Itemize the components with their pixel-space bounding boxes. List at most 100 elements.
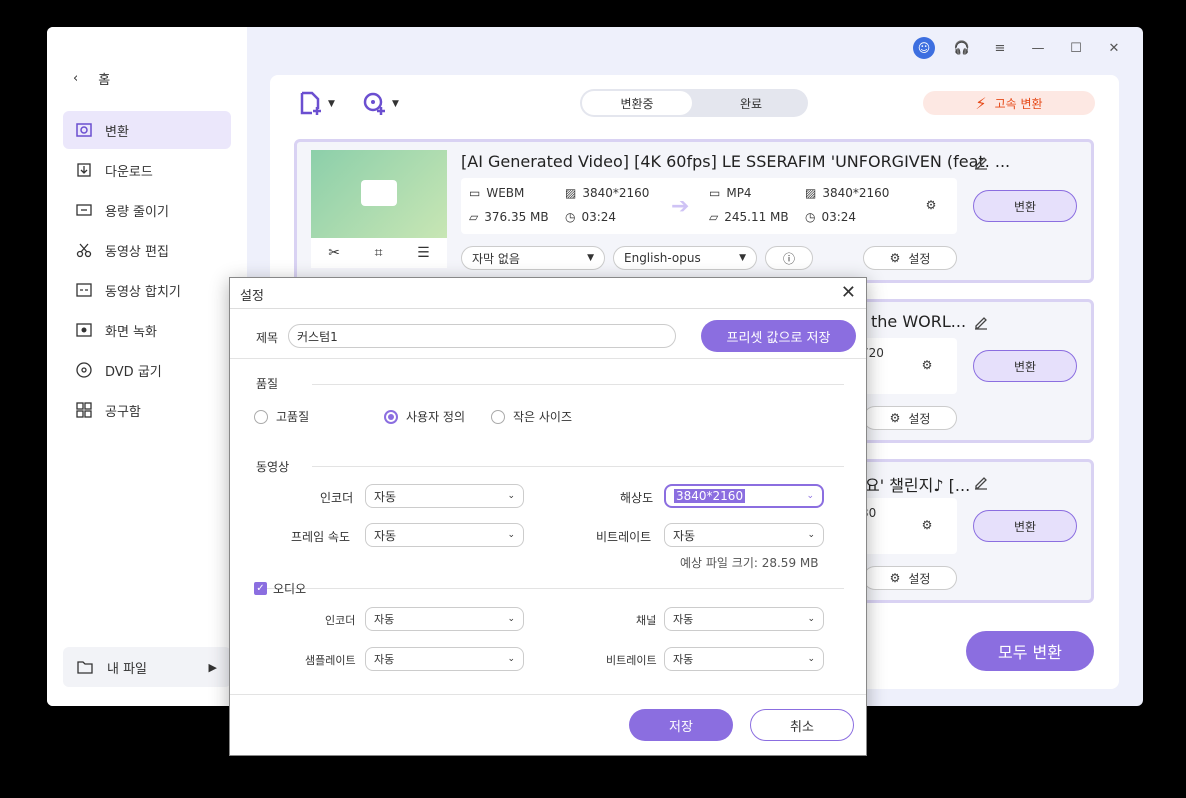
convert-button[interactable]: 변환: [973, 510, 1077, 542]
samplerate-select[interactable]: 자동 ⌄: [365, 647, 524, 671]
dvd-icon: [76, 362, 92, 378]
sidebar-item-compress[interactable]: 용량 줄이기: [63, 191, 231, 229]
radio-label: 고품질: [276, 410, 310, 424]
estimated-size: 예상 파일 크기: 28.59 MB: [680, 556, 819, 570]
audio-bitrate-select[interactable]: 자동 ⌄: [664, 647, 824, 671]
my-files-button[interactable]: 내 파일 ▶: [63, 647, 231, 687]
save-button[interactable]: 저장: [629, 709, 733, 741]
sidebar-item-record[interactable]: 화면 녹화: [63, 311, 231, 349]
download-icon: [77, 163, 91, 177]
folder-icon: [77, 661, 93, 674]
sidebar-item-convert[interactable]: 변환: [63, 111, 231, 149]
close-icon[interactable]: ✕: [841, 282, 856, 303]
chevron-down-icon: ⌄: [507, 491, 515, 501]
subtitle-dropdown[interactable]: 자막 없음 ▼: [461, 246, 605, 270]
back-label: 홈: [98, 73, 111, 88]
sidebar: ‹ 홈 변환 다운로드 용량 줄이기 동영상 편집 동영상 합치기 화면 녹화 D…: [47, 27, 247, 706]
divider: [256, 588, 844, 589]
sidebar-item-edit[interactable]: 동영상 편집: [63, 231, 231, 269]
convert-all-button[interactable]: 모두 변환: [966, 631, 1094, 671]
edit-title-icon[interactable]: [973, 475, 989, 491]
output-settings-icon[interactable]: ⚙: [913, 348, 941, 382]
edit-title-icon[interactable]: [973, 155, 989, 171]
save-preset-button[interactable]: 프리셋 값으로 저장: [701, 320, 856, 352]
add-disc-button[interactable]: ▼: [362, 91, 399, 117]
scissors-icon: [76, 243, 92, 258]
convert-button[interactable]: 변환: [973, 190, 1077, 222]
close-icon[interactable]: ✕: [1103, 37, 1125, 59]
video-thumbnail[interactable]: [311, 150, 447, 238]
fast-convert-label: 고속 변환: [994, 96, 1043, 111]
conversion-info: ▭ WEBM ▨ 3840*2160 ▱ 376.35 MB ◷ 03:24 ➔ ▭ MP…: [461, 178, 957, 234]
convert-button[interactable]: 변환: [973, 350, 1077, 382]
sidebar-item-label: 공구함: [105, 404, 141, 420]
thumbnail-tools: ✂ ⌗ ☰: [311, 238, 447, 268]
sidebar-item-label: DVD 굽기: [105, 364, 162, 380]
video-format-icon: ▭: [469, 186, 481, 200]
quality-section-label: 품질: [256, 377, 279, 391]
crop-icon[interactable]: ⌗: [375, 245, 383, 261]
select-value: 자동: [673, 653, 694, 666]
settings-label: 설정: [908, 251, 931, 266]
settings-label: 설정: [908, 571, 931, 586]
video-encoder-label: 인코더: [320, 491, 354, 505]
framerate-select[interactable]: 자동 ⌄: [365, 523, 524, 547]
cancel-button[interactable]: 취소: [750, 709, 854, 741]
video-encoder-select[interactable]: 자동 ⌄: [365, 484, 524, 508]
preset-name-input[interactable]: 커스텀1: [288, 324, 676, 348]
info-button[interactable]: ⓘ: [765, 246, 813, 270]
samplerate-label: 샘플레이트: [305, 654, 356, 667]
effects-icon[interactable]: ☰: [417, 245, 430, 261]
settings-button[interactable]: ⚙ 설정: [863, 566, 957, 590]
conversion-info: 30 ⚙: [857, 498, 957, 554]
minimize-icon[interactable]: —: [1027, 37, 1049, 59]
maximize-icon[interactable]: ☐: [1065, 37, 1087, 59]
back-home[interactable]: ‹ 홈: [73, 69, 110, 88]
chevron-down-icon: ▼: [739, 253, 746, 263]
sidebar-item-dvd[interactable]: DVD 굽기: [63, 351, 231, 389]
audio-checkbox[interactable]: ✓ 오디오: [254, 580, 306, 597]
my-files-label: 내 파일: [107, 661, 148, 677]
scissors-icon[interactable]: ✂: [328, 245, 340, 261]
resolution-select[interactable]: 3840*2160 ⌄: [664, 484, 824, 508]
target-resolution: 3840*2160: [822, 186, 890, 200]
settings-icon: ⚙: [889, 571, 901, 585]
sidebar-item-toolbox[interactable]: 공구함: [63, 391, 231, 429]
add-file-button[interactable]: ▼: [298, 91, 335, 117]
menu-icon[interactable]: ≡: [989, 37, 1011, 59]
select-value: 자동: [374, 528, 397, 543]
video-bitrate-select[interactable]: 자동 ⌄: [664, 523, 824, 547]
chevron-down-icon: ⌄: [507, 654, 515, 664]
clock-icon: ◷: [565, 210, 576, 224]
edit-title-icon[interactable]: [973, 315, 989, 331]
chevron-down-icon: ⌄: [807, 530, 815, 540]
audio-track-value: English-opus: [624, 251, 701, 265]
sidebar-item-label: 화면 녹화: [105, 324, 157, 340]
settings-button[interactable]: ⚙ 설정: [863, 406, 957, 430]
channel-select[interactable]: 자동 ⌄: [664, 607, 824, 631]
quality-small-radio[interactable]: 작은 사이즈: [491, 408, 572, 425]
sidebar-item-download[interactable]: 다운로드: [63, 151, 231, 189]
chevron-down-icon: ▼: [587, 253, 594, 263]
divider: [312, 384, 844, 385]
tab-converting[interactable]: 변환중: [582, 91, 692, 115]
quality-custom-radio[interactable]: 사용자 정의: [384, 408, 465, 425]
sidebar-item-merge[interactable]: 동영상 합치기: [63, 271, 231, 309]
output-settings-icon[interactable]: ⚙: [913, 508, 941, 542]
select-value: 3840*2160: [674, 489, 746, 503]
sidebar-item-label: 동영상 합치기: [105, 284, 181, 300]
select-value: 자동: [374, 613, 395, 626]
fast-convert-toggle[interactable]: ⚡ 고속 변환: [923, 91, 1095, 115]
video-title: 요' 챌린지♪ [...: [865, 476, 971, 495]
chevron-down-icon: ▼: [328, 99, 335, 109]
user-icon[interactable]: ☺: [913, 37, 935, 59]
output-settings-icon[interactable]: ⚙: [917, 188, 945, 222]
headset-icon[interactable]: 🎧: [951, 37, 973, 59]
audio-bitrate-label: 비트레이트: [606, 654, 657, 667]
video-section-label: 동영상: [256, 460, 290, 474]
tab-done[interactable]: 완료: [696, 91, 806, 115]
audio-track-dropdown[interactable]: English-opus ▼: [613, 246, 757, 270]
settings-button[interactable]: ⚙ 설정: [863, 246, 957, 270]
quality-high-radio[interactable]: 고품질: [254, 408, 309, 425]
audio-encoder-select[interactable]: 자동 ⌄: [365, 607, 524, 631]
